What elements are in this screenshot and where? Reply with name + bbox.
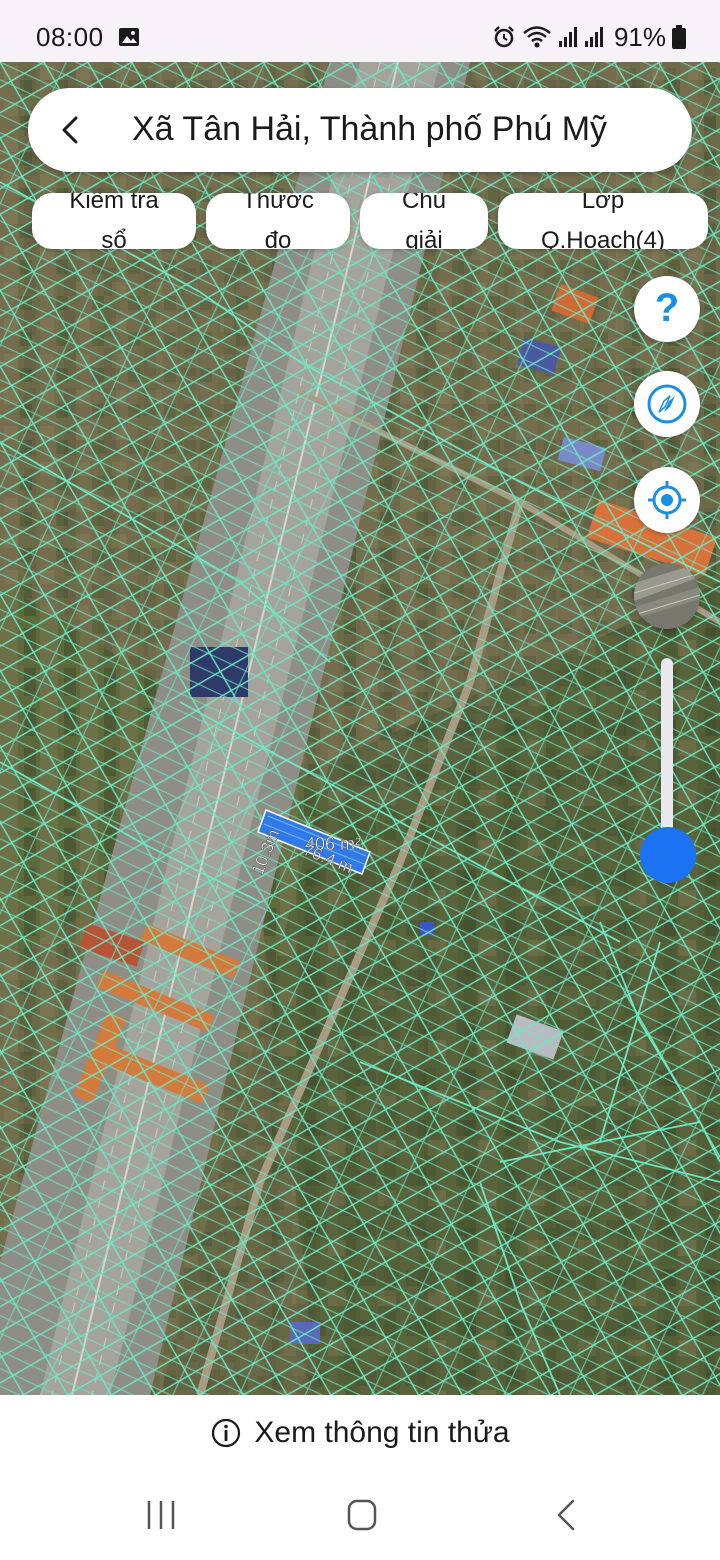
signal-icon [558,27,577,47]
status-bar: 08:00 91% [0,0,720,62]
satellite-map[interactable]: 10.3m 406 m² 76.4 m [0,62,720,1395]
home-icon[interactable] [332,1495,392,1535]
planning-layer-chip-label: Lớp Q.Hoạch(4) [540,193,666,249]
basemap-toggle-button[interactable] [634,563,700,629]
help-icon: ? [654,286,680,330]
info-icon [212,1418,241,1447]
alarm-icon [494,26,514,48]
parcel-info-button[interactable]: Xem thông tin thửa [0,1395,720,1470]
measure-chip-label: Thước đo [242,193,314,249]
wifi-icon [523,26,551,48]
legend-chip-label: Chú giải [401,193,447,249]
basemap-icon [634,563,700,629]
location-search-bar[interactable]: Xã Tân Hải, Thành phố Phú Mỹ [28,88,692,172]
legend-chip[interactable]: Chú giải [360,193,488,249]
help-button[interactable]: ? [634,276,700,342]
status-icons: 91% [492,22,686,52]
compass-icon [647,384,687,424]
planning-layer-chip[interactable]: Lớp Q.Hoạch(4) [498,193,708,249]
bottom-panel: Xem thông tin thửa [0,1395,720,1470]
check-book-chip[interactable]: Kiểm tra sổ [32,193,196,249]
chevron-left-icon[interactable] [52,110,88,150]
battery-icon [672,25,686,49]
status-time: 08:00 [36,22,104,52]
signal-icon [584,27,603,47]
check-book-chip-label: Kiểm tra sổ [69,193,159,249]
compass-button[interactable] [634,371,700,437]
recent-apps-icon[interactable] [131,1495,191,1535]
back-icon[interactable] [535,1495,595,1535]
parcel-info-label: Xem thông tin thửa [254,1415,510,1449]
battery-percent: 91% [613,21,666,52]
system-nav-bar [0,1470,720,1560]
zoom-slider-handle[interactable] [640,827,696,883]
location-title: Xã Tân Hải, Thành phố Phú Mỹ [132,110,608,148]
my-location-button[interactable] [634,467,700,533]
measure-chip[interactable]: Thước đo [206,193,350,249]
locate-icon [648,481,686,519]
gallery-icon [119,28,139,46]
